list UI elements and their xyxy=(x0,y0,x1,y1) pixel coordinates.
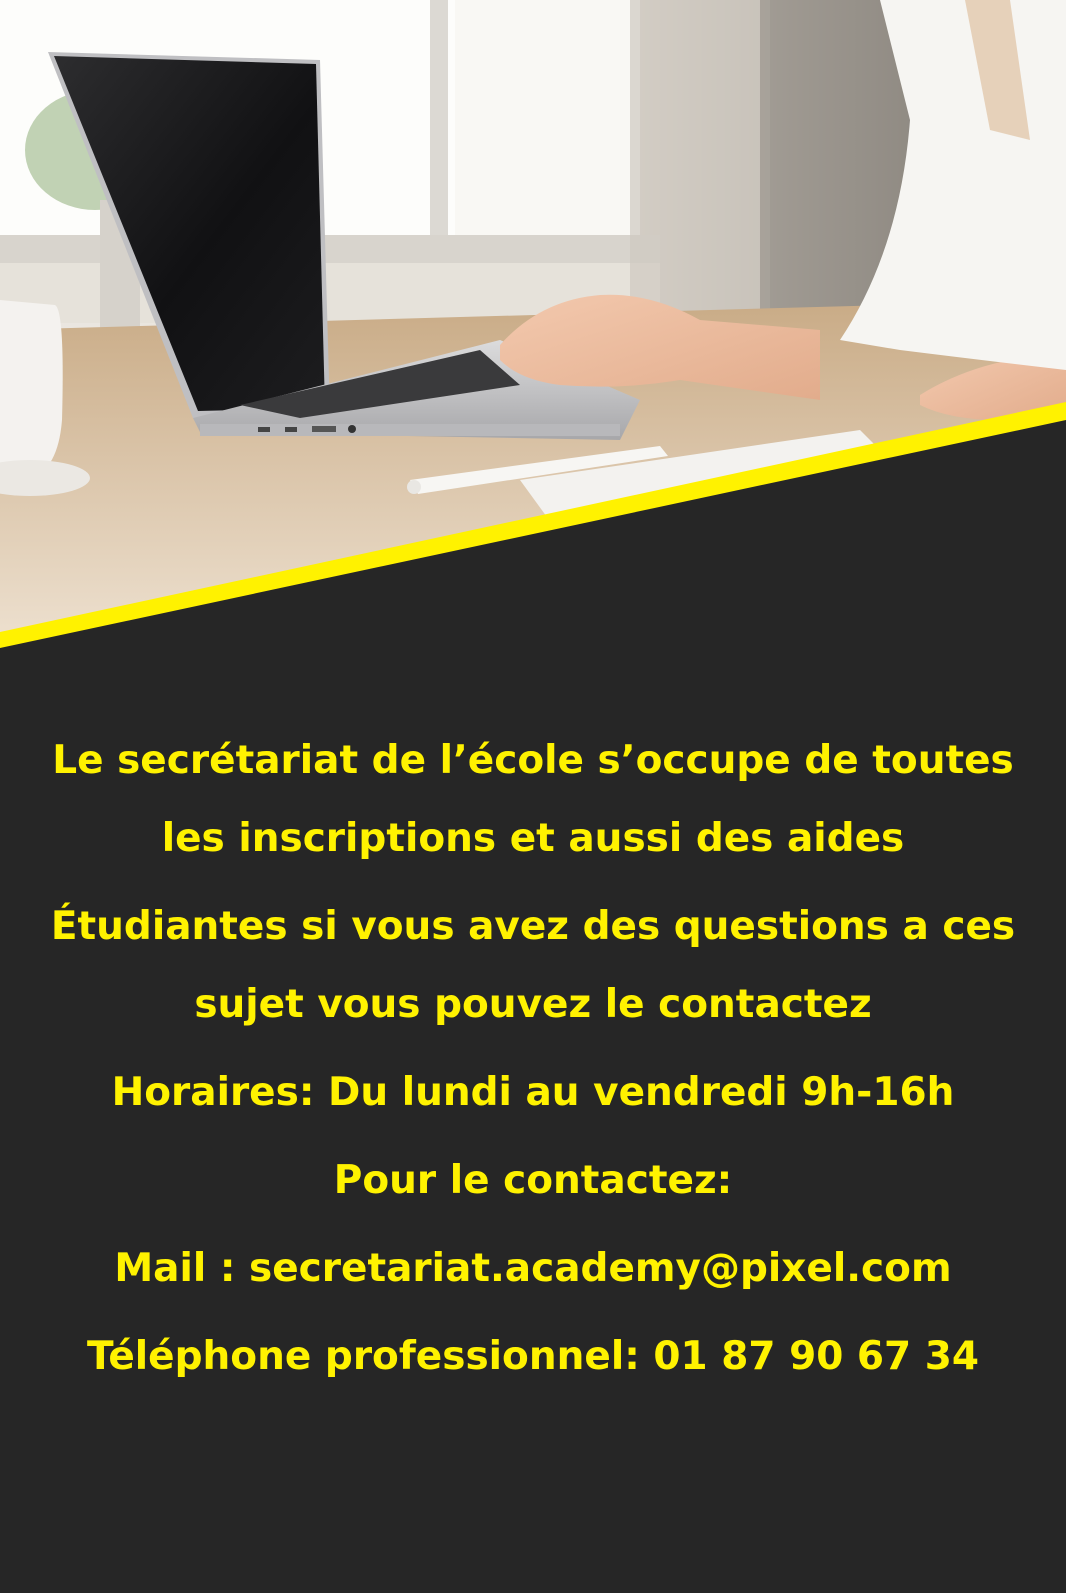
poster: Le secrétariat de l’école s’occupe de to… xyxy=(0,0,1066,1593)
intro-line-2: les inscriptions et aussi des aides xyxy=(161,816,905,861)
hours-text: Horaires: Du lundi au vendredi 9h-16h xyxy=(111,1070,955,1115)
intro-line-3: Étudiantes si vous avez des questions a … xyxy=(50,904,1016,949)
phone-text: Téléphone professionnel: 01 87 90 67 34 xyxy=(86,1334,980,1379)
intro-line-4: sujet vous pouvez le contactez xyxy=(194,982,872,1027)
mail-text: Mail : secretariat.academy@pixel.com xyxy=(114,1246,952,1291)
info-text-block: Le secrétariat de l’école s’occupe de to… xyxy=(0,722,1066,1396)
contact-heading: Pour le contactez: xyxy=(333,1158,733,1203)
intro-line-1: Le secrétariat de l’école s’occupe de to… xyxy=(52,738,1014,783)
office-photo xyxy=(0,0,1066,660)
